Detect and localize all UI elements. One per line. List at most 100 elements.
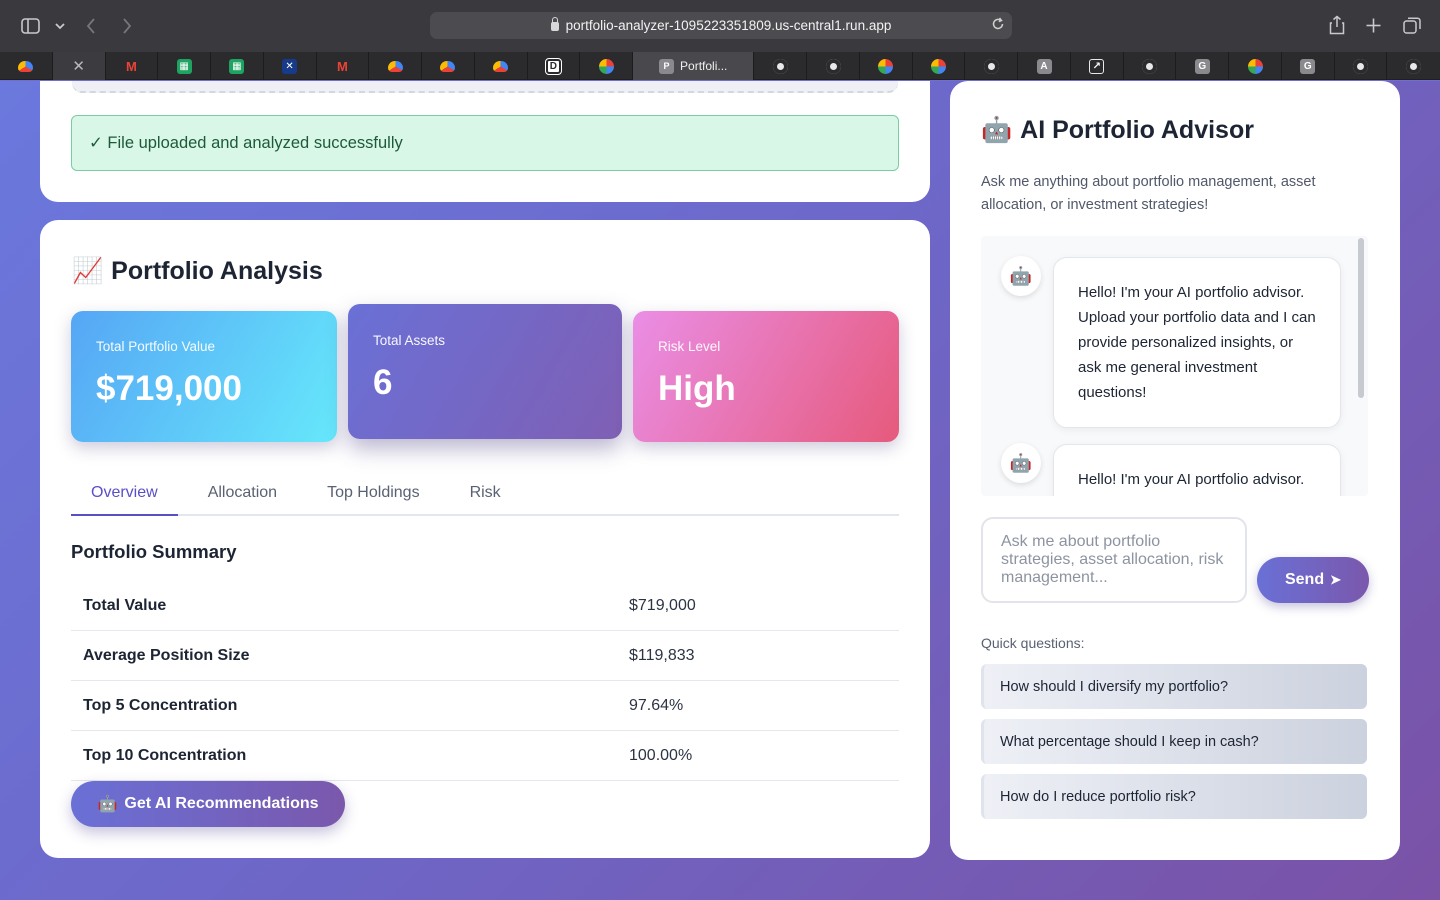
stat-value: 6 xyxy=(373,363,393,402)
address-bar[interactable]: portfolio-analyzer-1095223351809.us-cent… xyxy=(430,12,1012,39)
advisor-description: Ask me anything about portfolio manageme… xyxy=(981,174,1316,213)
d-app-icon: D xyxy=(544,57,562,75)
github-icon xyxy=(825,58,841,74)
quick-question-button[interactable]: What percentage should I keep in cash? xyxy=(981,719,1367,764)
tab-strip: ✕ M ▦ ▦ ✕ M D P Portfoli... A ↗ G G xyxy=(0,52,1440,80)
portfolio-analysis-card: 📈 Portfolio Analysis Total Portfolio Val… xyxy=(40,220,930,858)
tab-github-1[interactable] xyxy=(754,52,808,80)
tab-overview[interactable]: Overview xyxy=(71,478,178,516)
tab-github-4[interactable] xyxy=(1124,52,1177,80)
table-row: Top 10 Concentration 100.00% xyxy=(71,731,899,781)
tab-google-1[interactable] xyxy=(580,52,633,80)
tab-cloud-4[interactable] xyxy=(475,52,528,80)
chat-message: Hello! I'm your AI portfolio advisor. Up… xyxy=(1053,257,1341,428)
tab-github-5[interactable] xyxy=(1335,52,1388,80)
portfolio-analysis-title: 📈 Portfolio Analysis xyxy=(72,257,323,286)
stat-value: $719,000 xyxy=(96,369,242,408)
tab-a-app[interactable]: A xyxy=(1018,52,1071,80)
github-icon xyxy=(983,58,999,74)
send-label: Send xyxy=(1284,571,1325,588)
upload-success-alert: ✓ File uploaded and analyzed successfull… xyxy=(71,115,899,171)
send-button[interactable]: Send ➤ xyxy=(1257,557,1369,603)
tab-close-button[interactable]: ✕ xyxy=(52,52,106,80)
gmail-icon: M xyxy=(125,58,137,74)
bot-avatar: 🤖 xyxy=(1001,443,1041,483)
tab-overview-icon[interactable] xyxy=(1403,17,1421,38)
table-row: Total Value $719,000 xyxy=(71,581,899,631)
back-icon[interactable] xyxy=(86,18,96,38)
chat-input[interactable] xyxy=(981,517,1247,603)
portfolio-summary-title: Portfolio Summary xyxy=(71,541,237,562)
google-cloud-icon xyxy=(18,60,34,72)
stat-card-total-value: Total Portfolio Value $719,000 xyxy=(71,311,337,442)
sheets-icon: ▦ xyxy=(176,58,192,74)
new-tab-icon[interactable] xyxy=(1366,18,1381,37)
quick-question-button[interactable]: How do I reduce portfolio risk? xyxy=(981,774,1367,819)
portfolio-favicon: P xyxy=(659,58,675,74)
summary-label: Top 10 Concentration xyxy=(83,746,247,764)
chat-scrollbar[interactable] xyxy=(1358,238,1364,398)
tab-gmail-1[interactable]: M xyxy=(106,52,159,80)
reload-icon[interactable] xyxy=(991,17,1005,34)
tab-github-2[interactable] xyxy=(807,52,860,80)
tab-cloud-1[interactable] xyxy=(0,52,53,80)
portfolio-summary-table: Total Value $719,000 Average Position Si… xyxy=(71,581,899,781)
tab-risk[interactable]: Risk xyxy=(450,478,521,516)
external-link-icon: ↗ xyxy=(1089,58,1105,74)
tab-google-3[interactable] xyxy=(913,52,966,80)
send-arrow-icon: ➤ xyxy=(1330,572,1342,587)
tab-allocation[interactable]: Allocation xyxy=(188,478,297,516)
quick-questions-label: Quick questions: xyxy=(981,635,1085,651)
stat-card-risk-level: Risk Level High xyxy=(633,311,899,442)
tab-mail-2[interactable]: ✕ xyxy=(264,52,317,80)
tab-external-app[interactable]: ↗ xyxy=(1071,52,1124,80)
upload-dropzone[interactable] xyxy=(72,81,898,93)
forward-icon[interactable] xyxy=(122,18,132,38)
gmail-icon: M xyxy=(336,58,348,74)
tab-github-3[interactable] xyxy=(965,52,1019,80)
tab-cloud-2[interactable] xyxy=(369,52,422,80)
tab-github-6[interactable] xyxy=(1387,52,1440,80)
tab-portfolio-analyzer[interactable]: P Portfoli... xyxy=(633,52,755,80)
github-icon xyxy=(1406,58,1422,74)
tab-google-2[interactable] xyxy=(860,52,913,80)
tab-d-app[interactable]: D xyxy=(528,52,581,80)
page-content: ✓ File uploaded and analyzed successfull… xyxy=(0,81,1440,900)
stat-label: Risk Level xyxy=(658,339,721,354)
chart-increasing-icon: 📈 xyxy=(72,257,104,285)
summary-label: Total Value xyxy=(83,596,167,614)
advisor-heading: AI Portfolio Advisor xyxy=(1020,116,1254,144)
table-row: Top 5 Concentration 97.64% xyxy=(71,681,899,731)
tab-cloud-3[interactable] xyxy=(422,52,475,80)
tab-gmail-2[interactable]: M xyxy=(317,52,370,80)
analysis-tabs: Overview Allocation Top Holdings Risk xyxy=(71,478,899,516)
browser-toolbar: portfolio-analyzer-1095223351809.us-cent… xyxy=(0,0,1440,52)
quick-question-button[interactable]: How should I diversify my portfolio? xyxy=(981,664,1367,709)
bot-avatar: 🤖 xyxy=(1001,256,1041,296)
tab-sheets-2[interactable]: ▦ xyxy=(211,52,264,80)
google-icon xyxy=(598,58,614,74)
chat-message: Hello! I'm your AI portfolio advisor. Up… xyxy=(1053,444,1341,496)
tab-sheets-1[interactable]: ▦ xyxy=(158,52,211,80)
stat-value: High xyxy=(658,369,736,408)
google-icon xyxy=(878,58,894,74)
close-icon: ✕ xyxy=(72,58,85,75)
mail-icon: ✕ xyxy=(282,58,298,74)
get-ai-recommendations-button[interactable]: 🤖 Get AI Recommendations xyxy=(71,781,345,827)
share-icon[interactable] xyxy=(1329,15,1345,39)
tab-g-app-2[interactable]: G xyxy=(1282,52,1335,80)
chat-messages[interactable]: 🤖 Hello! I'm your AI portfolio advisor. … xyxy=(981,236,1368,496)
github-icon xyxy=(772,58,788,74)
tab-g-app-1[interactable]: G xyxy=(1176,52,1230,80)
summary-label: Average Position Size xyxy=(83,646,250,664)
google-cloud-icon xyxy=(440,60,456,72)
sidebar-toggle-icon[interactable] xyxy=(21,18,40,38)
stat-label: Total Assets xyxy=(373,333,446,348)
summary-value: 97.64% xyxy=(629,696,684,714)
active-tab-title: Portfoli... xyxy=(680,59,728,73)
advisor-title: 🤖 AI Portfolio Advisor xyxy=(981,116,1254,145)
a-app-icon: A xyxy=(1036,58,1052,74)
tab-top-holdings[interactable]: Top Holdings xyxy=(307,478,440,516)
tab-google-4[interactable] xyxy=(1229,52,1282,80)
chevron-down-icon[interactable] xyxy=(55,18,65,38)
